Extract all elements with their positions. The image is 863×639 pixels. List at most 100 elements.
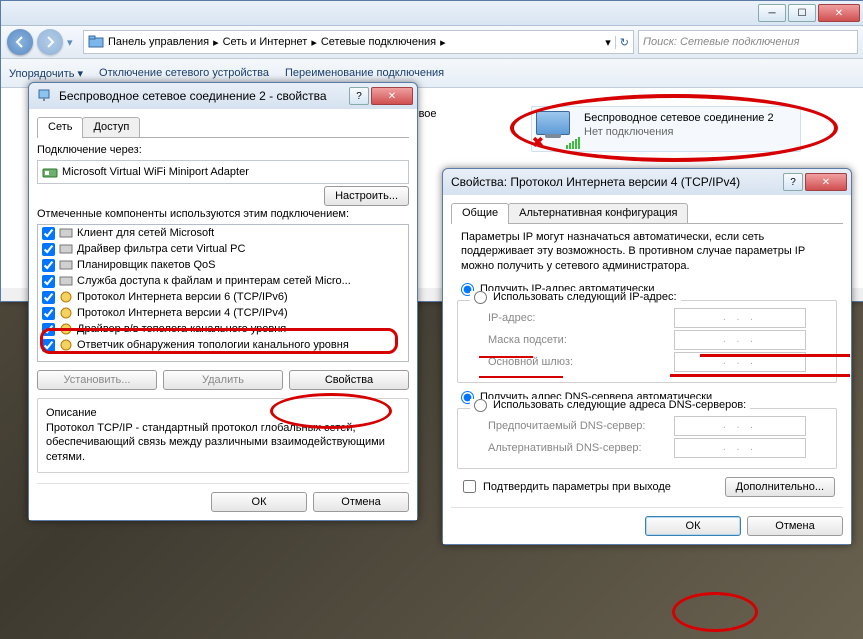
network-icon: ✖: [536, 111, 576, 147]
adapter-name: Microsoft Virtual WiFi Miniport Adapter: [62, 166, 249, 178]
adapter-icon: [42, 164, 58, 180]
dialog-titlebar: Свойства: Протокол Интернета версии 4 (T…: [443, 169, 851, 195]
item-checkbox[interactable]: [42, 259, 55, 272]
list-item[interactable]: Ответчик обнаружения топологии канальног…: [38, 337, 408, 353]
item-checkbox[interactable]: [42, 339, 55, 352]
breadcrumb[interactable]: Панель управления▸ Сеть и Интернет▸ Сете…: [83, 30, 634, 54]
description-group: Описание Протокол TCP/IP - стандартный п…: [37, 398, 409, 473]
item-checkbox[interactable]: [42, 227, 55, 240]
refresh-icon[interactable]: ↻: [615, 36, 629, 49]
dns2-input[interactable]: . . .: [674, 438, 806, 458]
list-item[interactable]: Протокол Интернета версии 6 (TCP/IPv6): [38, 289, 408, 305]
chevron-down-icon[interactable]: ▾: [605, 36, 611, 49]
item-label: Драйвер фильтра сети Virtual PC: [77, 243, 245, 255]
tab-access[interactable]: Доступ: [82, 117, 140, 137]
maximize-button[interactable]: ☐: [788, 4, 816, 22]
search-input[interactable]: Поиск: Сетевые подключения: [638, 30, 858, 54]
signal-icon: [566, 137, 580, 149]
cancel-button[interactable]: Отмена: [747, 516, 843, 536]
use-ip-radio[interactable]: [474, 291, 487, 304]
explorer-titlebar: ─ ☐ ✕: [1, 1, 863, 26]
crumb[interactable]: Сеть и Интернет: [223, 36, 308, 48]
toolbar-item[interactable]: Переименование подключения: [285, 67, 444, 79]
dialog-title: Свойства: Протокол Интернета версии 4 (T…: [451, 175, 783, 189]
ip-label: IP-адрес:: [488, 312, 668, 324]
ok-button[interactable]: ОК: [211, 492, 307, 512]
use-dns-label: Использовать следующие адреса DNS-сервер…: [493, 399, 746, 411]
close-button[interactable]: ✕: [371, 87, 413, 105]
connect-via-label: Подключение через:: [37, 144, 409, 156]
minimize-button[interactable]: ─: [758, 4, 786, 22]
confirm-checkbox-row[interactable]: Подтвердить параметры при выходе: [459, 477, 671, 496]
item-checkbox[interactable]: [42, 323, 55, 336]
crumb[interactable]: Панель управления: [108, 36, 209, 48]
service-icon: [59, 258, 73, 272]
dialog-title: Беспроводное сетевое соединение 2 - свой…: [59, 89, 349, 103]
list-item[interactable]: Служба доступа к файлам и принтерам сете…: [38, 273, 408, 289]
help-button[interactable]: ?: [783, 173, 803, 191]
list-item[interactable]: Клиент для сетей Microsoft: [38, 225, 408, 241]
adapter-field: Microsoft Virtual WiFi Miniport Adapter: [37, 160, 409, 184]
toolbar-item[interactable]: Отключение сетевого устройства: [99, 67, 269, 79]
service-icon: [59, 274, 73, 288]
arrow-left-icon: [14, 36, 26, 48]
ok-button[interactable]: ОК: [645, 516, 741, 536]
dns1-label: Предпочитаемый DNS-сервер:: [488, 420, 668, 432]
protocol-icon: [59, 322, 73, 336]
components-list[interactable]: Клиент для сетей Microsoft Драйвер фильт…: [37, 224, 409, 362]
help-button[interactable]: ?: [349, 87, 369, 105]
list-item[interactable]: Драйвер в/в тополога канального уровня: [38, 321, 408, 337]
tabs: Сеть Доступ: [37, 117, 409, 138]
list-item[interactable]: Драйвер фильтра сети Virtual PC: [38, 241, 408, 257]
tab-alternate[interactable]: Альтернативная конфигурация: [508, 203, 688, 223]
chevron-down-icon[interactable]: ▾: [67, 36, 79, 49]
item-label: Драйвер в/в тополога канального уровня: [77, 323, 286, 335]
item-label: Протокол Интернета версии 6 (TCP/IPv6): [77, 291, 288, 303]
item-checkbox[interactable]: [42, 243, 55, 256]
close-button[interactable]: ✕: [805, 173, 847, 191]
back-button[interactable]: [7, 29, 33, 55]
mask-input[interactable]: . . .: [674, 330, 806, 350]
dns1-input[interactable]: . . .: [674, 416, 806, 436]
install-button[interactable]: Установить...: [37, 370, 157, 390]
crumb[interactable]: Сетевые подключения: [321, 36, 436, 48]
protocol-icon: [59, 290, 73, 304]
use-dns-radio[interactable]: [474, 399, 487, 412]
search-placeholder: Поиск: Сетевые подключения: [643, 36, 800, 48]
tab-general[interactable]: Общие: [451, 203, 509, 224]
gateway-input[interactable]: . . .: [674, 352, 806, 372]
explorer-navbar: ▾ Панель управления▸ Сеть и Интернет▸ Се…: [1, 26, 863, 59]
cancel-button[interactable]: Отмена: [313, 492, 409, 512]
item-label: Клиент для сетей Microsoft: [77, 227, 214, 239]
configure-button[interactable]: Настроить...: [324, 186, 409, 206]
tab-network[interactable]: Сеть: [37, 117, 83, 138]
intro-text: Параметры IP могут назначаться автоматич…: [461, 230, 833, 273]
item-checkbox[interactable]: [42, 307, 55, 320]
arrow-right-icon: [44, 36, 56, 48]
forward-button[interactable]: [37, 29, 63, 55]
annotation-ellipse: [672, 592, 758, 632]
protocol-icon: [59, 338, 73, 352]
ipv4-dialog: Свойства: Протокол Интернета версии 4 (T…: [442, 168, 852, 545]
connection-title: Беспроводное сетевое соединение 2: [584, 111, 774, 125]
network-icon: [37, 88, 53, 104]
close-button[interactable]: ✕: [818, 4, 860, 22]
item-label: Протокол Интернета версии 4 (TCP/IPv4): [77, 307, 288, 319]
use-ip-label: Использовать следующий IP-адрес:: [493, 291, 677, 303]
item-label: Ответчик обнаружения топологии канальног…: [77, 339, 349, 351]
item-label: Служба доступа к файлам и принтерам сете…: [77, 275, 351, 287]
toolbar-item[interactable]: Упорядочить ▾: [9, 67, 83, 80]
item-checkbox[interactable]: [42, 291, 55, 304]
components-label: Отмеченные компоненты используются этим …: [37, 208, 409, 220]
confirm-checkbox[interactable]: [463, 480, 476, 493]
item-checkbox[interactable]: [42, 275, 55, 288]
connection-item-selected[interactable]: ✖ Беспроводное сетевое соединение 2 Нет …: [531, 106, 801, 152]
item-properties-button[interactable]: Свойства: [289, 370, 409, 390]
description-heading: Описание: [46, 407, 400, 419]
remove-button[interactable]: Удалить: [163, 370, 283, 390]
ip-input[interactable]: . . .: [674, 308, 806, 328]
advanced-button[interactable]: Дополнительно...: [725, 477, 835, 497]
error-x-icon: ✖: [532, 134, 544, 151]
list-item-ipv4[interactable]: Протокол Интернета версии 4 (TCP/IPv4): [38, 305, 408, 321]
list-item[interactable]: Планировщик пакетов QoS: [38, 257, 408, 273]
